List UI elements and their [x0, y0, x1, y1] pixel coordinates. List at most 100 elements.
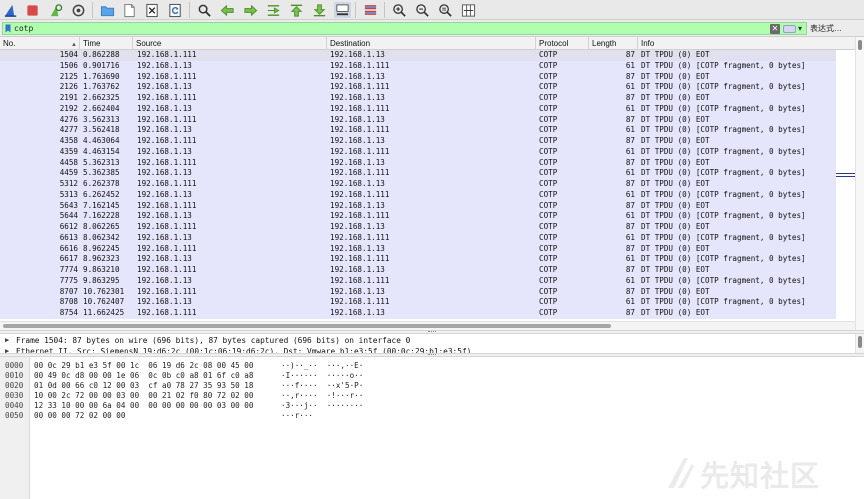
column-header-source[interactable]: Source: [133, 37, 327, 50]
colorize-icon[interactable]: [362, 2, 379, 18]
packet-cell-time: 9.863295: [83, 275, 120, 285]
toolbar-separator: [92, 2, 93, 18]
packet-row[interactable]: 6617 8.962323 192.168.1.13 192.168.1.111 COT…: [0, 254, 836, 265]
packet-cell-len: 87: [625, 286, 635, 296]
packet-row[interactable]: 8707 10.762301 192.168.1.111 192.168.1.13 CO…: [0, 286, 836, 298]
bytes-hex: 01 0d 00 66 c0 12 00 03 cf a0 78 27 35 9…: [34, 381, 254, 390]
packet-cell-proto: COTP: [539, 157, 558, 167]
column-header-protocol[interactable]: Protocol: [536, 37, 589, 50]
bytes-off: 0010: [5, 371, 24, 380]
packet-cell-no: 8707: [59, 286, 78, 296]
close-file-icon[interactable]: [144, 2, 161, 18]
column-header-no[interactable]: No. ▲: [0, 37, 80, 50]
packet-cell-dst: 192.168.1.13: [330, 93, 385, 102]
shark-fin-icon[interactable]: [2, 2, 19, 18]
packet-row[interactable]: 2192 2.662404 192.168.1.13 192.168.1.111 COT…: [0, 103, 836, 115]
resize-columns-icon[interactable]: [460, 2, 477, 18]
packet-cell-len: 87: [625, 136, 635, 145]
find-packet-icon[interactable]: [196, 2, 213, 18]
packet-cell-src: 192.168.1.111: [137, 200, 197, 210]
expand-arrow-icon[interactable]: ▶: [5, 335, 9, 346]
column-header-length[interactable]: Length: [589, 37, 638, 50]
display-filter-input[interactable]: cotp ✕ ▾: [2, 22, 807, 35]
packet-row[interactable]: 6616 8.962245 192.168.1.111 192.168.1.13 COT…: [0, 243, 836, 255]
packet-cell-dst: 192.168.1.111: [330, 189, 390, 199]
splitter-grip[interactable]: [428, 354, 436, 356]
apply-filter-icon[interactable]: [783, 25, 796, 33]
go-to-packet-icon[interactable]: [265, 2, 282, 18]
packet-cell-src: 192.168.1.13: [137, 232, 192, 242]
packet-list-horizontal-scrollbar[interactable]: [0, 321, 855, 330]
packet-list-vertical-scrollbar[interactable]: [855, 37, 864, 330]
packet-cell-time: 5.362313: [83, 157, 120, 167]
packet-cell-info: DT TPDU (0) EOT: [641, 136, 710, 145]
packet-row[interactable]: 1506 0.901716 192.168.1.13 192.168.1.111 COT…: [0, 60, 836, 72]
packet-cell-time: 8.062265: [83, 222, 120, 231]
packet-cell-no: 1506: [59, 60, 78, 70]
packet-row[interactable]: 6612 8.062265 192.168.1.111 192.168.1.13 COT…: [0, 222, 836, 233]
reload-icon[interactable]: [167, 2, 184, 18]
packet-row[interactable]: 6613 8.062342 192.168.1.13 192.168.1.111 COT…: [0, 232, 836, 244]
packet-cell-proto: COTP: [539, 114, 558, 124]
packet-cell-no: 2126: [59, 82, 78, 92]
restart-capture-icon[interactable]: [47, 2, 64, 18]
zoom-out-icon[interactable]: [414, 2, 431, 18]
open-file-icon[interactable]: [99, 2, 116, 18]
packet-row[interactable]: 5644 7.162228 192.168.1.13 192.168.1.111 COT…: [0, 211, 836, 222]
column-header-info[interactable]: Info: [638, 37, 855, 50]
packet-row[interactable]: 4359 4.463154 192.168.1.13 192.168.1.111 COT…: [0, 146, 836, 158]
packet-cell-dst: 192.168.1.13: [330, 243, 385, 253]
packet-row[interactable]: 4459 5.362385 192.168.1.13 192.168.1.111 COT…: [0, 168, 836, 179]
go-last-icon[interactable]: [311, 2, 328, 18]
packet-row[interactable]: 8708 10.762407 192.168.1.13 192.168.1.111 CO…: [0, 297, 836, 308]
scrollbar-thumb[interactable]: [3, 324, 611, 328]
packet-row[interactable]: 2125 1.763690 192.168.1.111 192.168.1.13 COT…: [0, 71, 836, 83]
expression-button[interactable]: 表达式…: [810, 20, 842, 37]
packet-cell-src: 192.168.1.111: [137, 157, 197, 167]
packet-cell-len: 87: [625, 114, 635, 124]
packet-row[interactable]: 4458 5.362313 192.168.1.111 192.168.1.13 COT…: [0, 157, 836, 169]
clear-filter-icon[interactable]: ✕: [770, 24, 780, 34]
zoom-in-icon[interactable]: [391, 2, 408, 18]
column-header-time[interactable]: Time: [80, 37, 133, 50]
capture-options-icon[interactable]: [70, 2, 87, 18]
packet-cell-proto: COTP: [539, 50, 558, 59]
packet-row[interactable]: 5313 6.262452 192.168.1.13 192.168.1.111 COT…: [0, 189, 836, 201]
go-first-icon[interactable]: [288, 2, 305, 18]
packet-row[interactable]: 2191 2.662325 192.168.1.111 192.168.1.13 COT…: [0, 93, 836, 104]
packet-row[interactable]: 4276 3.562313 192.168.1.111 192.168.1.13 COT…: [0, 114, 836, 126]
packet-minimap[interactable]: [836, 172, 855, 178]
packet-cell-time: 3.562418: [83, 125, 120, 135]
packet-row[interactable]: 2126 1.763762 192.168.1.13 192.168.1.111 COT…: [0, 82, 836, 93]
scrollbar-thumb[interactable]: [858, 336, 862, 348]
column-header-destination[interactable]: Destination: [327, 37, 536, 50]
packet-cell-proto: COTP: [539, 71, 558, 81]
packet-cell-proto: COTP: [539, 93, 558, 102]
autoscroll-icon[interactable]: [334, 2, 351, 18]
go-forward-icon[interactable]: [242, 2, 259, 18]
packet-row[interactable]: 1504 0.862288 192.168.1.111 192.168.1.13 COT…: [0, 50, 836, 61]
packet-cell-proto: COTP: [539, 136, 558, 145]
packet-row[interactable]: 5643 7.162145 192.168.1.111 192.168.1.13 COT…: [0, 200, 836, 212]
packet-cell-no: 8754: [59, 308, 78, 317]
packet-cell-len: 61: [625, 297, 635, 307]
scrollbar-thumb[interactable]: [858, 40, 862, 50]
packet-list-pane: No. ▲ Time Source Destination Protocol Le…: [0, 37, 864, 330]
splitter-grip[interactable]: [428, 331, 436, 333]
packet-cell-info: DT TPDU (0) EOT: [641, 71, 710, 81]
bookmark-icon[interactable]: [5, 24, 11, 33]
packet-row[interactable]: 5312 6.262378 192.168.1.111 192.168.1.13 COT…: [0, 179, 836, 190]
stop-capture-icon[interactable]: [24, 2, 41, 18]
zoom-normal-icon[interactable]: [437, 2, 454, 18]
packet-row[interactable]: 7774 9.863210 192.168.1.111 192.168.1.13 COT…: [0, 265, 836, 276]
packet-cell-dst: 192.168.1.111: [330, 275, 390, 285]
packet-row[interactable]: 4358 4.463064 192.168.1.111 192.168.1.13 COT…: [0, 136, 836, 147]
packet-row[interactable]: 7775 9.863295 192.168.1.13 192.168.1.111 COT…: [0, 275, 836, 287]
packet-row[interactable]: 8754 11.662425 192.168.1.111 192.168.1.13 CO…: [0, 308, 836, 319]
save-file-icon[interactable]: [121, 2, 138, 18]
go-back-icon[interactable]: [219, 2, 236, 18]
packet-cell-len: 87: [625, 93, 635, 102]
filter-history-dropdown[interactable]: ▾: [798, 23, 802, 35]
details-vertical-scrollbar[interactable]: [855, 334, 864, 354]
packet-row[interactable]: 4277 3.562418 192.168.1.13 192.168.1.111 COT…: [0, 125, 836, 136]
